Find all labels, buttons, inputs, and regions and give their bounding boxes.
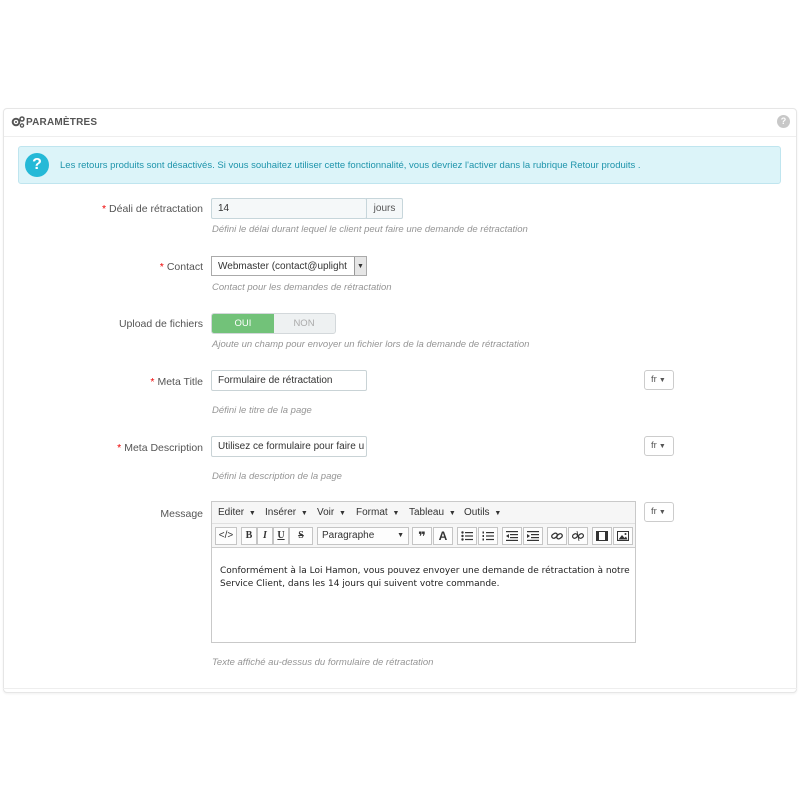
editor-content[interactable]: Conformément à la Loi Hamon, vous pouvez… (220, 565, 630, 591)
meta-description-help: Défini la description de la page (212, 471, 342, 482)
message-editor[interactable]: Editer ▼ Insérer ▼ Voir ▼ Format ▼ Table… (211, 501, 636, 643)
contact-select-value: Webmaster (contact@uplight (218, 261, 347, 272)
upload-toggle-on[interactable]: OUI (212, 314, 274, 333)
upload-toggle[interactable]: OUI NON (211, 313, 336, 334)
cogs-icon (11, 116, 25, 128)
editor-content-line: Conformément à la Loi Hamon, vous pouvez… (220, 566, 630, 576)
video-icon[interactable] (592, 527, 612, 545)
bullet-list-icon[interactable] (457, 527, 477, 545)
chevron-down-icon: ▼ (354, 257, 366, 275)
meta-description-lang-button[interactable]: fr ▼ (644, 436, 674, 456)
italic-icon[interactable]: I (257, 527, 273, 545)
alert-text: Les retours produits sont désactivés. Si… (60, 160, 641, 171)
menu-edit[interactable]: Editer ▼ (218, 507, 256, 518)
outdent-icon[interactable] (502, 527, 522, 545)
message-label: Message (160, 508, 203, 520)
bold-icon[interactable]: B (241, 527, 257, 545)
editor-menubar: Editer ▼ Insérer ▼ Voir ▼ Format ▼ Table… (212, 502, 635, 524)
code-icon[interactable]: </> (215, 527, 237, 545)
meta-title-input[interactable]: Formulaire de rétractation (211, 370, 367, 391)
panel-title: PARAMÈTRES (26, 117, 98, 128)
underline-icon[interactable]: U (273, 527, 289, 545)
indent-icon[interactable] (523, 527, 543, 545)
help-icon[interactable]: ? (777, 115, 790, 128)
menu-tools[interactable]: Outils ▼ (464, 507, 501, 518)
caret-down-icon: ▼ (658, 509, 666, 516)
upload-help: Ajoute un champ pour envoyer un fichier … (212, 339, 530, 350)
format-select[interactable]: Paragraphe ▼ (317, 527, 409, 545)
editor-content-line: Service Client, dans les 14 jours qui su… (220, 579, 500, 589)
menu-table[interactable]: Tableau ▼ (409, 507, 456, 518)
image-icon[interactable] (613, 527, 633, 545)
message-lang-button[interactable]: fr ▼ (644, 502, 674, 522)
caret-down-icon: ▼ (658, 377, 666, 384)
upload-toggle-off[interactable]: NON (273, 314, 335, 333)
menu-insert[interactable]: Insérer ▼ (265, 507, 308, 518)
message-help: Texte affiché au-dessus du formulaire de… (212, 657, 434, 668)
delay-label: * Déali de rétractation (101, 203, 203, 215)
strikethrough-icon[interactable]: S (289, 527, 313, 545)
panel-divider (3, 688, 797, 689)
meta-title-help: Défini le titre de la page (212, 405, 312, 416)
unlink-icon[interactable] (568, 527, 588, 545)
menu-view[interactable]: Voir ▼ (317, 507, 346, 518)
quote-icon[interactable]: ❞ (412, 527, 432, 545)
numbered-list-icon[interactable] (478, 527, 498, 545)
question-icon: ? (25, 153, 49, 177)
link-icon[interactable] (547, 527, 567, 545)
contact-select[interactable]: Webmaster (contact@uplight ▼ (211, 256, 367, 276)
upload-label: Upload de fichiers (118, 318, 203, 330)
contact-help: Contact pour les demandes de rétractatio… (212, 282, 392, 293)
caret-down-icon: ▼ (658, 443, 666, 450)
font-color-icon[interactable]: A (433, 527, 453, 545)
contact-label: * Contact (159, 261, 203, 273)
info-alert: ? Les retours produits sont désactivés. … (18, 146, 781, 184)
meta-title-lang-button[interactable]: fr ▼ (644, 370, 674, 390)
editor-toolbar: </> B I U S Paragraphe ▼ ❞ A (212, 524, 635, 548)
delay-input[interactable]: 14 (211, 198, 367, 219)
panel-heading: PARAMÈTRES ? (4, 109, 796, 137)
meta-description-label: * Meta Description (117, 442, 203, 454)
meta-description-input[interactable]: Utilisez ce formulaire pour faire u (211, 436, 367, 457)
required-mark: * (101, 203, 107, 215)
meta-title-label: * Meta Title (150, 376, 203, 388)
delay-unit-addon: jours (366, 198, 403, 219)
menu-format[interactable]: Format ▼ (356, 507, 399, 518)
delay-help: Défini le délai durant lequel le client … (212, 224, 528, 235)
